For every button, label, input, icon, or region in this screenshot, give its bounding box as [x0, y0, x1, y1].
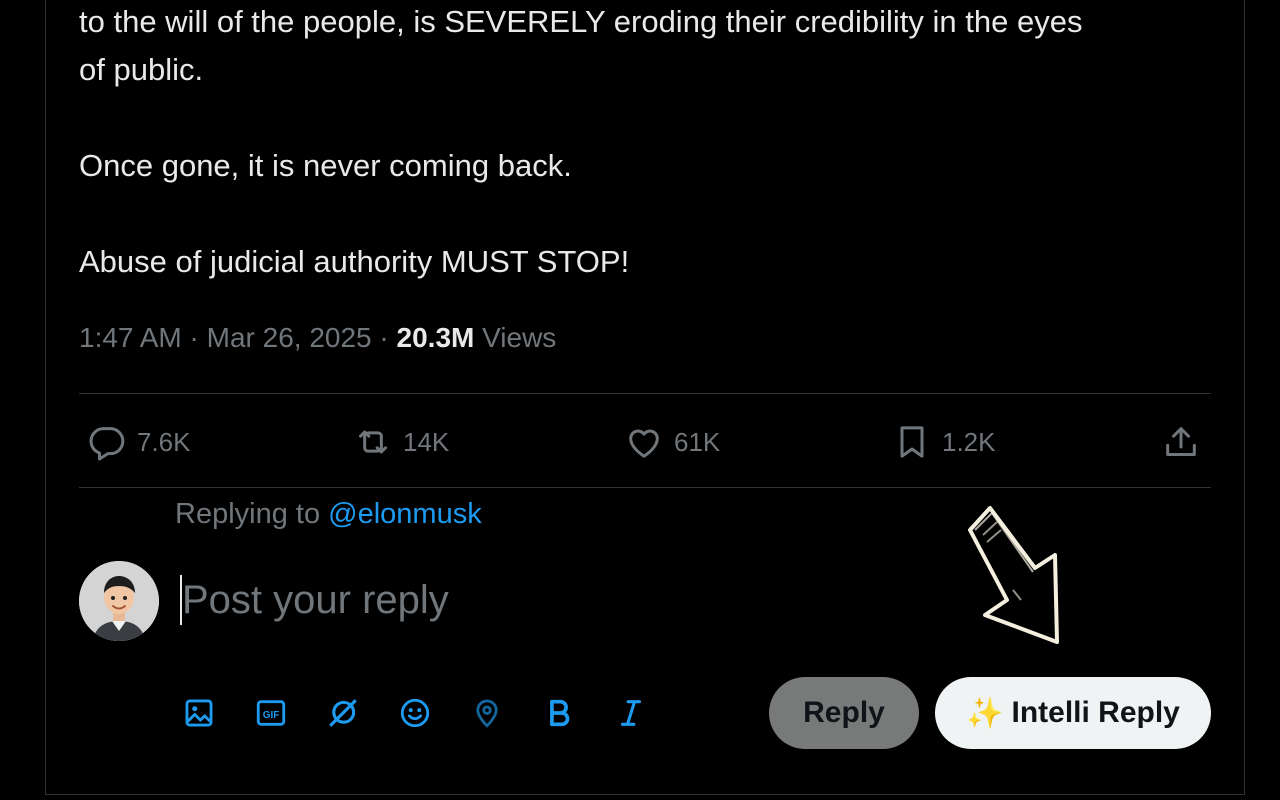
repost-count: 14K: [403, 426, 450, 457]
post-body: to the will of the people, is SEVERELY e…: [79, 0, 1219, 286]
divider: [79, 487, 1211, 488]
location-icon[interactable]: [467, 693, 507, 733]
divider: [79, 393, 1211, 394]
heart-icon: [629, 429, 659, 458]
post-date[interactable]: Mar 26, 2025: [207, 322, 372, 353]
reply-input[interactable]: [180, 575, 742, 625]
share-action[interactable]: [1161, 412, 1201, 472]
post-time[interactable]: 1:47 AM: [79, 322, 182, 353]
repost-icon: [359, 430, 387, 454]
bookmark-count: 1.2K: [942, 426, 996, 457]
image-icon[interactable]: [179, 693, 219, 733]
intelli-reply-button[interactable]: ✨ Intelli Reply: [935, 677, 1211, 749]
replying-to-handle[interactable]: @elonmusk: [328, 498, 482, 530]
replying-to: Replying to @elonmusk: [175, 498, 482, 531]
bold-icon[interactable]: [539, 693, 579, 733]
replying-to-label: Replying to: [175, 498, 321, 530]
gif-icon[interactable]: GIF: [251, 693, 291, 733]
reply-icon: [89, 427, 125, 461]
share-icon: [1166, 427, 1196, 456]
post-line: Abuse of judicial authority MUST STOP!: [79, 244, 630, 279]
reply-action[interactable]: 7.6K: [87, 412, 191, 472]
emoji-icon[interactable]: [395, 693, 435, 733]
views-label: Views: [482, 322, 557, 353]
like-count: 61K: [674, 426, 721, 457]
post-line: Once gone, it is never coming back.: [79, 148, 572, 183]
bookmark-action[interactable]: 1.2K: [892, 412, 996, 472]
views-count[interactable]: 20.3M: [397, 322, 475, 353]
hand-drawn-arrow-icon: [968, 506, 1059, 644]
grok-icon[interactable]: [323, 693, 363, 733]
sparkle-icon: ✨: [966, 696, 1004, 730]
intelli-reply-label: Intelli Reply: [1011, 696, 1180, 729]
avatar[interactable]: [79, 561, 159, 641]
post-actions: 7.6K 14K 61K 1.2K: [79, 412, 1211, 472]
bookmark-icon: [900, 426, 924, 458]
repost-action[interactable]: 14K: [353, 412, 449, 472]
reply-count: 7.6K: [137, 426, 191, 457]
reply-button[interactable]: Reply: [769, 677, 919, 749]
like-action[interactable]: 61K: [624, 412, 720, 472]
post-line: of public.: [79, 52, 204, 87]
post-line: to the will of the people, is SEVERELY e…: [79, 4, 1083, 39]
svg-text:GIF: GIF: [263, 710, 280, 721]
italic-icon[interactable]: [611, 693, 651, 733]
post-meta: 1:47 AM · Mar 26, 2025 · 20.3M Views: [79, 322, 557, 353]
avatar-image: [79, 561, 159, 641]
